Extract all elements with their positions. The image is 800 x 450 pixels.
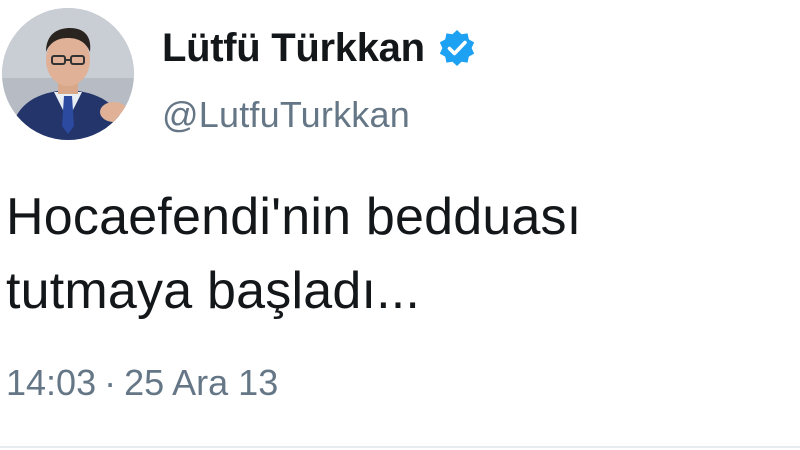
tweet-timestamp[interactable]: 14:03 · 25 Ara 13 [6, 362, 278, 404]
divider [0, 446, 800, 448]
tweet-header: Lütfü Türkkan @LutfuTurkkan [0, 0, 800, 160]
tweet-date: 25 Ara 13 [124, 362, 279, 403]
tweet-card: Lütfü Türkkan @LutfuTurkkan Hocaefendi'n… [0, 0, 800, 450]
tweet-time: 14:03 [6, 362, 97, 403]
display-name[interactable]: Lütfü Türkkan [162, 26, 425, 71]
verified-badge-icon [437, 28, 477, 68]
avatar[interactable] [2, 8, 134, 140]
tweet-text: Hocaefendi'nin bedduası tutmaya başladı.… [6, 180, 786, 328]
tweet-text-line: tutmaya başladı... [6, 262, 421, 320]
profile-photo-icon [2, 8, 134, 140]
author-names: Lütfü Türkkan @LutfuTurkkan [162, 22, 477, 136]
handle[interactable]: @LutfuTurkkan [162, 94, 477, 136]
meta-separator: · [104, 362, 117, 403]
tweet-text-line: Hocaefendi'nin bedduası [6, 188, 582, 246]
display-name-row: Lütfü Türkkan [162, 22, 477, 74]
